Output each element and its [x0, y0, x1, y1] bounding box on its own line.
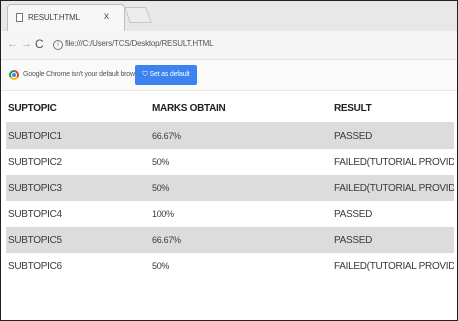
info-icon[interactable]: i [53, 40, 63, 50]
table-row: SUBTOPIC2 50% FAILED(TUTORIAL PROVIDED) [6, 149, 454, 175]
header-suptopic: SUPTOPIC [6, 95, 150, 123]
cell-result: FAILED(TUTORIAL PROVIDED) [332, 149, 454, 175]
infobar-message: Google Chrome isn't your default browser [23, 71, 144, 78]
table-row: SUBTOPIC4 100% PASSED [6, 201, 454, 227]
document-icon [16, 13, 23, 22]
forward-arrow-icon[interactable]: → [21, 38, 32, 50]
tab-result-html[interactable]: RESULT.HTML x [7, 4, 125, 31]
set-as-default-button[interactable]: ⛉ Set as default [135, 65, 197, 85]
browser-window: RESULT.HTML x ← → C i file:///C:/Users/T… [0, 0, 458, 321]
cell-subtopic: SUBTOPIC1 [6, 122, 150, 149]
default-browser-infobar: Google Chrome isn't your default browser… [1, 60, 457, 91]
table-row: SUBTOPIC5 66.67% PASSED [6, 227, 454, 253]
cell-subtopic: SUBTOPIC3 [6, 175, 150, 201]
cell-result: FAILED(TUTORIAL PROVIDED) [332, 253, 454, 279]
cell-marks: 50% [150, 253, 332, 279]
cell-marks: 100% [150, 201, 332, 227]
shield-icon: ⛉ [142, 71, 148, 78]
table-row: SUBTOPIC1 66.67% PASSED [6, 122, 454, 149]
cell-marks: 66.67% [150, 227, 332, 253]
cell-marks: 50% [150, 149, 332, 175]
new-tab-button[interactable] [124, 7, 152, 23]
cell-subtopic: SUBTOPIC6 [6, 253, 150, 279]
cell-subtopic: SUBTOPIC4 [6, 201, 150, 227]
set-as-default-label: Set as default [149, 71, 190, 78]
browser-toolbar: ← → C i file:///C:/Users/TCS/Desktop/RES… [1, 31, 457, 60]
tab-strip: RESULT.HTML x [1, 1, 457, 31]
cell-result: PASSED [332, 122, 454, 149]
cell-subtopic: SUBTOPIC2 [6, 149, 150, 175]
chrome-icon [9, 70, 19, 80]
header-result: RESULT [332, 95, 454, 123]
back-arrow-icon[interactable]: ← [7, 38, 18, 50]
address-bar[interactable]: file:///C:/Users/TCS/Desktop/RESULT.HTML [65, 39, 214, 48]
cell-marks: 66.67% [150, 122, 332, 149]
table-row: SUBTOPIC6 50% FAILED(TUTORIAL PROVIDED) [6, 253, 454, 279]
result-table: SUPTOPIC MARKS OBTAIN RESULT SUBTOPIC1 6… [6, 95, 454, 279]
table-row: SUBTOPIC3 50% FAILED(TUTORIAL PROVIDED) [6, 175, 454, 201]
table-header-row: SUPTOPIC MARKS OBTAIN RESULT [6, 95, 454, 123]
reload-icon[interactable]: C [35, 37, 44, 51]
cell-marks: 50% [150, 175, 332, 201]
cell-result: PASSED [332, 201, 454, 227]
cell-result: FAILED(TUTORIAL PROVIDED) [332, 175, 454, 201]
cell-result: PASSED [332, 227, 454, 253]
tab-title: RESULT.HTML [28, 13, 80, 22]
header-marks-obtain: MARKS OBTAIN [150, 95, 332, 123]
cell-subtopic: SUBTOPIC5 [6, 227, 150, 253]
close-icon[interactable]: x [104, 11, 109, 22]
